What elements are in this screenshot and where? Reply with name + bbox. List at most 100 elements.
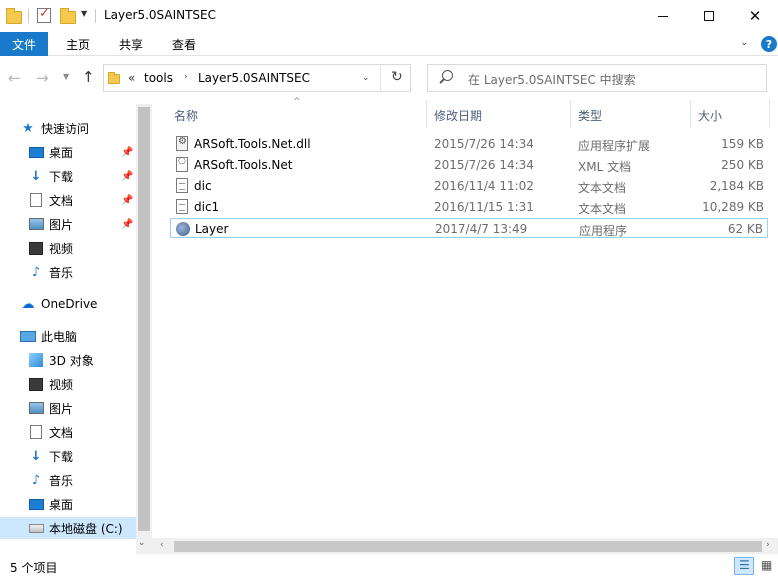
sidebar-item-label: 视频 xyxy=(49,241,74,256)
table-row[interactable]: Layer 2017/4/7 13:49 应用程序 62 KB xyxy=(170,218,768,238)
file-name: dic xyxy=(194,179,212,193)
address-bar[interactable]: « tools › Layer5.0SAINTSEC ⌄ ↻ xyxy=(103,64,411,92)
title-bar: ▼ Layer5.0SAINTSEC ✕ xyxy=(0,0,778,32)
text-file-icon xyxy=(176,199,188,214)
sidebar-item-documents[interactable]: 文档 📌 xyxy=(0,189,136,211)
column-divider[interactable] xyxy=(690,100,691,128)
sidebar-item-pc-music[interactable]: ♪ 音乐 xyxy=(0,469,136,491)
expand-ribbon-icon[interactable]: ⌄ xyxy=(740,37,748,48)
sidebar-item-downloads[interactable]: ↓ 下载 📌 xyxy=(0,165,136,187)
sidebar-item-pc-downloads[interactable]: ↓ 下载 xyxy=(0,445,136,467)
horizontal-scrollbar-thumb[interactable] xyxy=(174,541,762,552)
sidebar-item-local-disk[interactable]: 本地磁盘 (C:) xyxy=(0,517,136,539)
new-folder-icon[interactable] xyxy=(60,8,76,24)
divider xyxy=(380,65,381,91)
window-title: Layer5.0SAINTSEC xyxy=(104,8,217,22)
table-row[interactable]: ARSoft.Tools.Net.dll 2015/7/26 14:34 应用程… xyxy=(170,134,768,154)
sidebar-item-music[interactable]: ♪ 音乐 xyxy=(0,261,136,283)
search-input[interactable]: 在 Layer5.0SAINTSEC 中搜索 xyxy=(427,64,767,92)
file-date: 2016/11/4 11:02 xyxy=(434,179,534,193)
quick-access-dropdown-icon[interactable]: ▼ xyxy=(81,9,87,18)
desktop-icon xyxy=(28,145,44,159)
chevron-right-icon[interactable]: › xyxy=(184,72,188,82)
chevron-right-icon[interactable]: › xyxy=(766,540,770,550)
pin-icon[interactable]: 📌 xyxy=(121,171,133,182)
table-row[interactable]: ARSoft.Tools.Net 2015/7/26 14:34 XML 文档 … xyxy=(170,155,768,175)
xml-file-icon xyxy=(176,157,188,172)
file-size: 159 KB xyxy=(721,137,764,151)
music-icon: ♪ xyxy=(31,472,41,488)
forward-arrow-icon[interactable]: → xyxy=(36,69,49,87)
chevron-left-icon[interactable]: ‹ xyxy=(160,540,164,550)
tab-file[interactable]: 文件 xyxy=(0,32,48,56)
file-name: ARSoft.Tools.Net.dll xyxy=(194,137,311,151)
properties-icon[interactable] xyxy=(37,6,53,24)
sidebar-item-label: 此电脑 xyxy=(41,329,78,344)
sidebar-item-quick-access[interactable]: ★ 快速访问 xyxy=(0,117,136,139)
tab-view[interactable]: 查看 xyxy=(172,32,196,56)
breadcrumb-current[interactable]: Layer5.0SAINTSEC xyxy=(198,71,310,85)
sidebar-item-pc-documents[interactable]: 文档 xyxy=(0,421,136,443)
tab-home[interactable]: 主页 xyxy=(66,32,90,56)
item-count: 5 个项目 xyxy=(10,561,58,575)
table-row[interactable]: dic 2016/11/4 11:02 文本文档 2,184 KB xyxy=(170,176,768,196)
sidebar-item-onedrive[interactable]: ☁ OneDrive xyxy=(0,293,136,315)
column-divider[interactable] xyxy=(769,100,770,128)
sidebar-item-label: 音乐 xyxy=(49,473,74,488)
ribbon-tabs: 文件 主页 共享 查看 ⌄ ? xyxy=(0,32,778,56)
sidebar-scrollbar-thumb[interactable] xyxy=(138,107,150,531)
sidebar-item-pictures[interactable]: 图片 📌 xyxy=(0,213,136,235)
sidebar-item-pc-pictures[interactable]: 图片 xyxy=(0,397,136,419)
address-dropdown-icon[interactable]: ⌄ xyxy=(362,73,370,83)
pin-icon[interactable]: 📌 xyxy=(121,219,133,230)
close-button[interactable]: ✕ xyxy=(732,0,778,32)
help-icon[interactable]: ? xyxy=(761,36,777,52)
column-divider[interactable] xyxy=(426,100,427,128)
search-icon xyxy=(442,70,453,81)
refresh-icon[interactable]: ↻ xyxy=(391,69,403,85)
sort-ascending-icon: ^ xyxy=(293,97,301,107)
file-type: 应用程序扩展 xyxy=(578,139,651,153)
pin-icon[interactable]: 📌 xyxy=(121,195,133,206)
recent-locations-dropdown-icon[interactable]: ▼ xyxy=(63,72,69,81)
column-divider[interactable] xyxy=(570,100,571,128)
sidebar-item-3d-objects[interactable]: 3D 对象 xyxy=(0,349,136,371)
download-icon: ↓ xyxy=(30,448,42,464)
picture-icon xyxy=(28,401,44,415)
column-header-size[interactable]: 大小 xyxy=(698,104,722,126)
minimize-button[interactable] xyxy=(640,0,686,32)
maximize-button[interactable] xyxy=(686,0,732,32)
file-size: 10,289 KB xyxy=(702,200,764,214)
folder-icon xyxy=(108,72,120,84)
sidebar-item-label: 图片 xyxy=(49,401,74,416)
table-row[interactable]: dic1 2016/11/15 1:31 文本文档 10,289 KB xyxy=(170,197,768,217)
file-name: dic1 xyxy=(194,200,220,214)
file-size: 62 KB xyxy=(727,222,763,236)
application-icon xyxy=(176,222,190,236)
chevron-down-icon[interactable]: ⌄ xyxy=(138,538,146,548)
sidebar-item-label: 文档 xyxy=(49,193,74,208)
download-icon: ↓ xyxy=(30,168,42,184)
file-type: 应用程序 xyxy=(579,224,628,238)
up-arrow-icon[interactable]: ↑ xyxy=(82,68,95,86)
back-arrow-icon[interactable]: ← xyxy=(8,69,21,87)
sidebar-item-videos[interactable]: 视频 xyxy=(0,237,136,259)
sidebar-item-pc-desktop[interactable]: 桌面 xyxy=(0,493,136,515)
sidebar-item-pc-videos[interactable]: 视频 xyxy=(0,373,136,395)
large-icons-view-button[interactable] xyxy=(756,557,776,575)
column-header-name[interactable]: 名称 xyxy=(174,104,198,126)
tab-share[interactable]: 共享 xyxy=(119,32,143,56)
sidebar-item-label: 音乐 xyxy=(49,265,74,280)
sidebar-item-desktop[interactable]: 桌面 📌 xyxy=(0,141,136,163)
file-type: XML 文档 xyxy=(578,160,632,174)
details-view-button[interactable] xyxy=(734,557,754,575)
file-type: 文本文档 xyxy=(578,181,627,195)
file-date: 2015/7/26 14:34 xyxy=(434,137,534,151)
column-header-date[interactable]: 修改日期 xyxy=(434,104,482,126)
column-header-type[interactable]: 类型 xyxy=(578,104,602,126)
sidebar-item-this-pc[interactable]: 此电脑 xyxy=(0,325,136,347)
breadcrumb-overflow[interactable]: « xyxy=(128,71,135,85)
pin-icon[interactable]: 📌 xyxy=(121,147,133,158)
breadcrumb-tools[interactable]: tools xyxy=(144,71,173,85)
document-icon xyxy=(28,193,44,207)
